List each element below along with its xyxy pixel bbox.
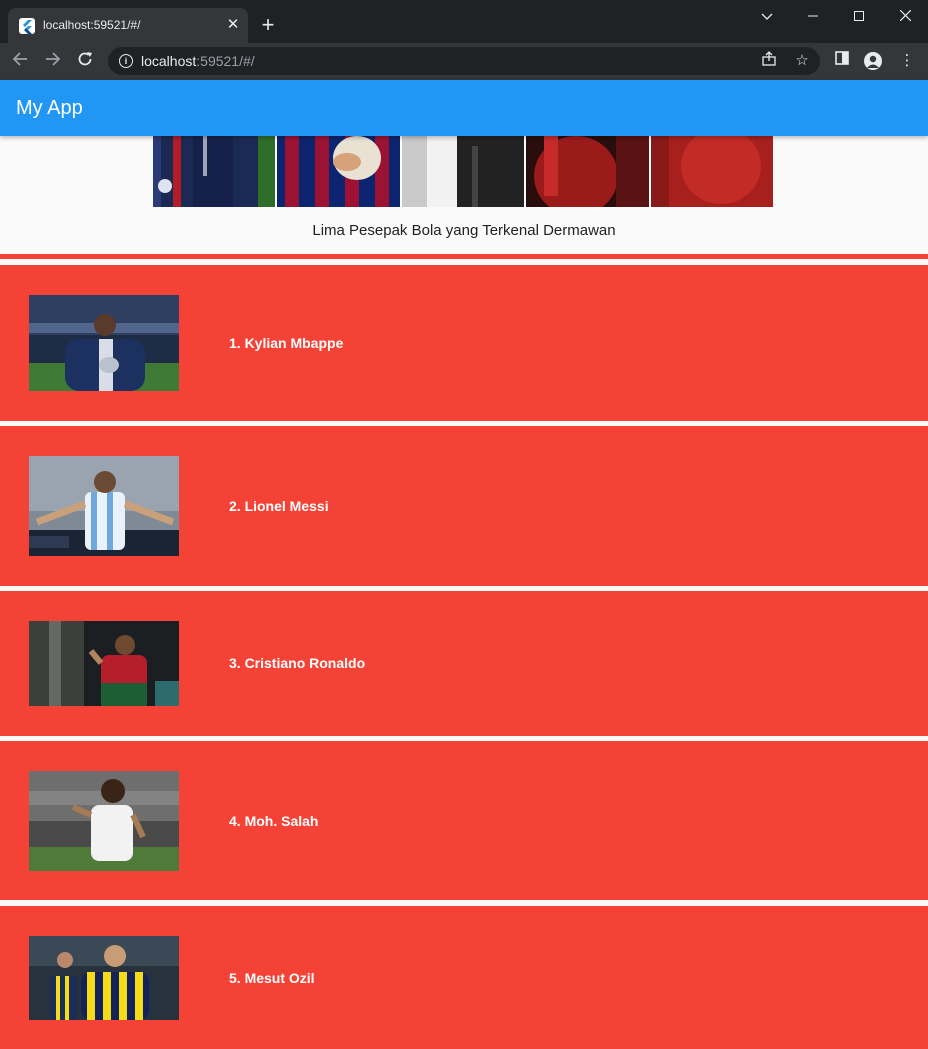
banner-segment-liverpool: [526, 136, 649, 207]
info-icon[interactable]: i: [119, 54, 133, 68]
browser-toolbar: i localhost:59521/#/ ☆ ⋮: [0, 43, 928, 80]
star-icon[interactable]: ☆: [792, 51, 812, 71]
app-title: My App: [16, 97, 83, 119]
player-photo-ronaldo: [29, 621, 179, 706]
player-name: 2. Lionel Messi: [229, 498, 329, 514]
banner-segment-psg: [153, 136, 276, 207]
player-name: 1. Kylian Mbappe: [229, 335, 344, 351]
player-photo-ozil: [29, 936, 179, 1020]
player-photo-mbappe: [29, 295, 179, 391]
app-bar: My App: [0, 80, 928, 136]
address-bar[interactable]: i localhost:59521/#/ ☆: [108, 47, 820, 75]
url-host: localhost: [141, 53, 197, 69]
player-photo-salah: [29, 771, 179, 871]
maximize-icon[interactable]: [839, 4, 879, 28]
close-window-icon[interactable]: [885, 4, 925, 28]
page-caption: Lima Pesepak Bola yang Terkenal Dermawan: [312, 222, 616, 239]
tab-strip: localhost:59521/#/ ✕ +: [0, 0, 928, 43]
banner-segment-juve: [401, 136, 525, 207]
minimize-icon[interactable]: [793, 4, 833, 28]
player-card-salah[interactable]: 4. Moh. Salah: [0, 741, 928, 900]
banner-segment-red: [650, 136, 774, 207]
player-card-messi[interactable]: 2. Lionel Messi: [0, 426, 928, 586]
browser-tab[interactable]: localhost:59521/#/ ✕: [8, 8, 248, 43]
player-name: 3. Cristiano Ronaldo: [229, 655, 366, 671]
more-vert-icon[interactable]: ⋮: [897, 51, 917, 71]
forward-icon[interactable]: [41, 49, 65, 73]
player-photo-messi: [29, 456, 179, 556]
profile-icon[interactable]: [864, 52, 882, 70]
player-name: 4. Moh. Salah: [229, 813, 319, 829]
flutter-favicon-icon: [19, 18, 35, 34]
side-panel-icon[interactable]: [832, 51, 852, 71]
player-card-mbappe[interactable]: 1. Kylian Mbappe: [0, 265, 928, 421]
close-icon[interactable]: ✕: [224, 16, 242, 34]
reload-icon[interactable]: [73, 49, 97, 73]
player-name: 5. Mesut Ozil: [229, 970, 315, 986]
player-card-ozil[interactable]: 5. Mesut Ozil: [0, 906, 928, 1049]
banner-segment-barca: [277, 136, 400, 207]
back-icon[interactable]: [8, 49, 32, 73]
url-rest: :59521/#/: [196, 53, 255, 69]
player-card-ronaldo[interactable]: 3. Cristiano Ronaldo: [0, 591, 928, 736]
caption-divider: [0, 254, 928, 259]
chevron-down-icon[interactable]: [747, 4, 787, 28]
plus-icon[interactable]: +: [257, 14, 279, 36]
share-icon[interactable]: [759, 51, 779, 71]
banner-image: [153, 136, 774, 207]
url-text: localhost:59521/#/: [141, 53, 255, 69]
tab-title: localhost:59521/#/: [43, 18, 141, 32]
